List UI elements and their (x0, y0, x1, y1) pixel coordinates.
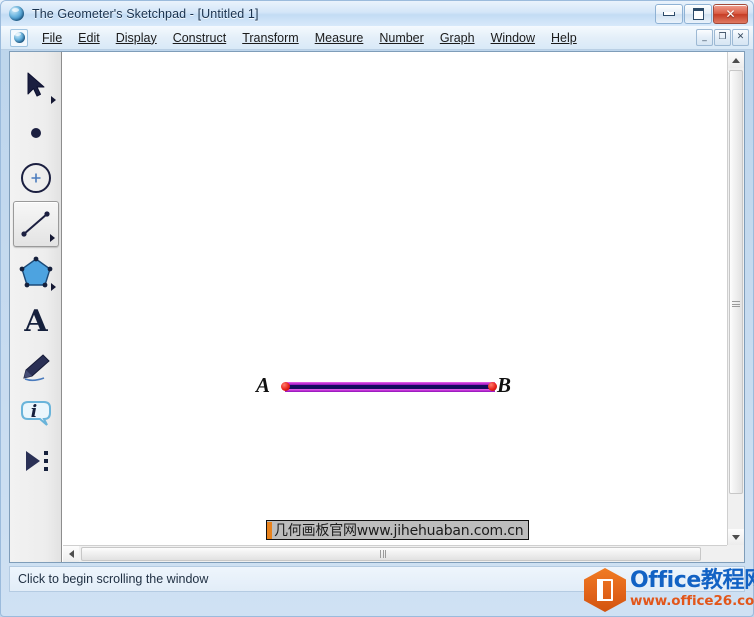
minimize-icon (663, 12, 675, 16)
document-globe-icon[interactable] (10, 28, 28, 47)
window-controls: ✕ (655, 4, 748, 24)
scroll-down-button[interactable] (728, 529, 744, 545)
svg-text:i: i (31, 402, 37, 422)
scrollbar-corner (727, 545, 744, 562)
menu-label-edit: Edit (78, 30, 100, 45)
toolbox-item-straightedge-tool[interactable] (13, 201, 59, 247)
horizontal-scrollbar[interactable] (63, 545, 727, 562)
circle-icon (21, 163, 51, 193)
mdi-close-button[interactable]: ✕ (732, 29, 749, 46)
menu-item-transform[interactable]: Transform (234, 29, 307, 47)
office-logo-icon (584, 566, 626, 612)
toolbox-item-point-tool[interactable] (13, 110, 59, 156)
text-caret-icon (267, 521, 272, 539)
play-dots-icon (26, 451, 48, 471)
menu-label-display: Display (115, 30, 157, 45)
point-label-b[interactable]: B (497, 373, 511, 398)
toolbox-item-information-tool[interactable]: i (13, 391, 59, 437)
chevron-left-icon (68, 550, 74, 558)
menu-label-graph: Graph (439, 30, 475, 45)
menu-label-measure: Measure (314, 30, 364, 45)
pen-icon (23, 354, 50, 382)
pentagon-icon (19, 256, 53, 288)
menu-label-transform: Transform (242, 30, 299, 45)
vertical-scrollbar[interactable] (727, 52, 744, 545)
chevron-up-icon (732, 57, 740, 63)
segment-highlight-bottom (285, 389, 495, 392)
sketch-canvas[interactable]: A B 几何画板官网www.jihehuaban.com.cn (63, 52, 727, 545)
toolbox-item-marker-tool[interactable] (13, 344, 59, 390)
chevron-down-icon (732, 534, 740, 540)
toolbox-item-compass-tool[interactable] (13, 155, 59, 201)
sketchpad-window: The Geometer's Sketchpad - [Untitled 1] … (0, 0, 754, 617)
maximize-icon (692, 8, 704, 20)
menu-item-measure[interactable]: Measure (307, 29, 372, 47)
toolbox-item-custom-tool[interactable] (13, 438, 59, 484)
mdi-minimize-button[interactable]: _ (696, 29, 713, 46)
vertical-scroll-thumb[interactable] (729, 70, 743, 494)
menu-label-file: File (42, 30, 63, 45)
toolbox-item-arrow-tool[interactable] (13, 62, 59, 108)
svg-text:A: A (23, 304, 48, 336)
close-icon: ✕ (725, 7, 736, 21)
toolbox: A i (10, 52, 62, 562)
maximize-button[interactable] (684, 4, 712, 24)
workspace: A i A B 几何画板官网www.jihehuaban.com.cn (9, 51, 745, 563)
horizontal-scroll-thumb[interactable] (81, 547, 701, 561)
scroll-grip-icon (732, 301, 740, 307)
arrow-icon (27, 72, 45, 97)
menu-label-construct: Construct (172, 30, 227, 45)
office26-watermark: Office教程网 www.office26.com (584, 563, 754, 615)
menu-item-construct[interactable]: Construct (165, 29, 235, 47)
segment-icon (21, 211, 50, 237)
brand-url: www.office26.com (630, 592, 754, 609)
menu-item-number[interactable]: Number (371, 29, 431, 47)
window-title: The Geometer's Sketchpad - [Untitled 1] (32, 6, 259, 21)
letter-a-icon: A (23, 304, 48, 336)
scroll-left-button[interactable] (63, 546, 79, 562)
toolbox-item-polygon-tool[interactable] (13, 249, 59, 295)
watermark-textbox[interactable]: 几何画板官网www.jihehuaban.com.cn (266, 520, 530, 540)
mdi-controls: _ ❐ ✕ (696, 29, 749, 46)
app-globe-icon (9, 5, 25, 22)
mdi-restore-button[interactable]: ❐ (714, 29, 731, 46)
menu-item-edit[interactable]: Edit (70, 29, 108, 47)
status-message: Click to begin scrolling the window (18, 572, 209, 586)
menu-item-graph[interactable]: Graph (432, 29, 483, 47)
title-bar[interactable]: The Geometer's Sketchpad - [Untitled 1] … (1, 1, 753, 26)
toolbox-item-text-tool[interactable]: A (13, 297, 59, 343)
scroll-grip-h-icon (380, 550, 386, 558)
info-bubble-icon: i (21, 401, 51, 426)
close-button[interactable]: ✕ (713, 4, 748, 24)
menu-label-help: Help (551, 30, 577, 45)
polygon-tool-flyout-icon[interactable] (51, 283, 56, 291)
brand-name: Office教程网 (630, 567, 754, 593)
segment-ab[interactable]: A B (63, 52, 727, 545)
office-logo-text: Office教程网 www.office26.com (630, 567, 754, 609)
arrow-tool-flyout-icon[interactable] (51, 96, 56, 104)
segment-endpoint-a[interactable] (281, 382, 290, 391)
menu-item-display[interactable]: Display (108, 29, 165, 47)
point-label-a[interactable]: A (256, 373, 270, 398)
segment-endpoint-b[interactable] (488, 382, 497, 391)
watermark-textbox-label: 几何画板官网www.jihehuaban.com.cn (274, 523, 524, 539)
menu-item-file[interactable]: File (34, 29, 70, 47)
menu-label-number: Number (379, 30, 424, 45)
menu-bar: File Edit Display Construct Transform Me… (1, 26, 753, 50)
scroll-up-button[interactable] (728, 52, 744, 68)
minimize-button[interactable] (655, 4, 683, 24)
menu-label-window: Window (490, 30, 536, 45)
straightedge-tool-flyout-icon[interactable] (50, 234, 55, 242)
menu-item-window[interactable]: Window (483, 29, 543, 47)
point-icon (31, 128, 41, 138)
menu-item-help[interactable]: Help (543, 29, 585, 47)
